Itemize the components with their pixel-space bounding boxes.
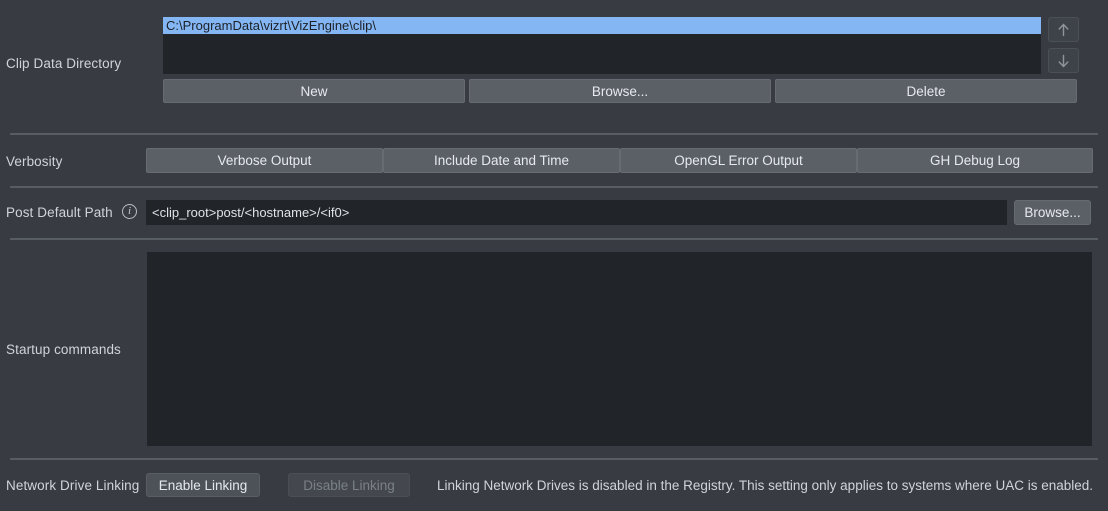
info-icon[interactable]: i [122,204,137,219]
post-default-path-label: Post Default Path [6,205,113,220]
browse-clip-directory-button[interactable]: Browse... [469,79,771,103]
verbosity-label: Verbosity [6,154,63,169]
engine-settings-panel: Clip Data Directory C:\ProgramData\vizrt… [0,0,1108,511]
move-down-button[interactable] [1048,48,1079,73]
clip-data-directory-label: Clip Data Directory [6,56,122,71]
separator-1 [10,133,1098,135]
network-drive-linking-status: Linking Network Drives is disabled in th… [437,478,1094,493]
startup-commands-label: Startup commands [6,342,121,357]
separator-3 [10,238,1098,240]
delete-button[interactable]: Delete [775,79,1077,103]
network-drive-linking-label: Network Drive Linking [6,478,140,493]
separator-2 [10,186,1098,188]
new-button[interactable]: New [163,79,465,103]
post-default-path-input[interactable]: <clip_root>post/<hostname>/<if0> [146,200,1007,225]
clip-data-directory-list[interactable]: C:\ProgramData\vizrt\VizEngine\clip\ [163,17,1041,74]
gh-debug-log-toggle[interactable]: GH Debug Log [857,148,1093,173]
include-date-and-time-toggle[interactable]: Include Date and Time [383,148,620,173]
move-up-button[interactable] [1048,17,1079,42]
disable-linking-button: Disable Linking [288,473,410,497]
verbose-output-toggle[interactable]: Verbose Output [146,148,383,173]
arrow-down-icon [1057,54,1070,68]
opengl-error-output-toggle[interactable]: OpenGL Error Output [620,148,857,173]
separator-4 [10,458,1098,460]
startup-commands-input[interactable] [147,252,1092,446]
list-item[interactable]: C:\ProgramData\vizrt\VizEngine\clip\ [163,17,1041,34]
arrow-up-icon [1057,23,1070,37]
enable-linking-button[interactable]: Enable Linking [146,473,260,497]
browse-post-path-button[interactable]: Browse... [1014,200,1091,225]
